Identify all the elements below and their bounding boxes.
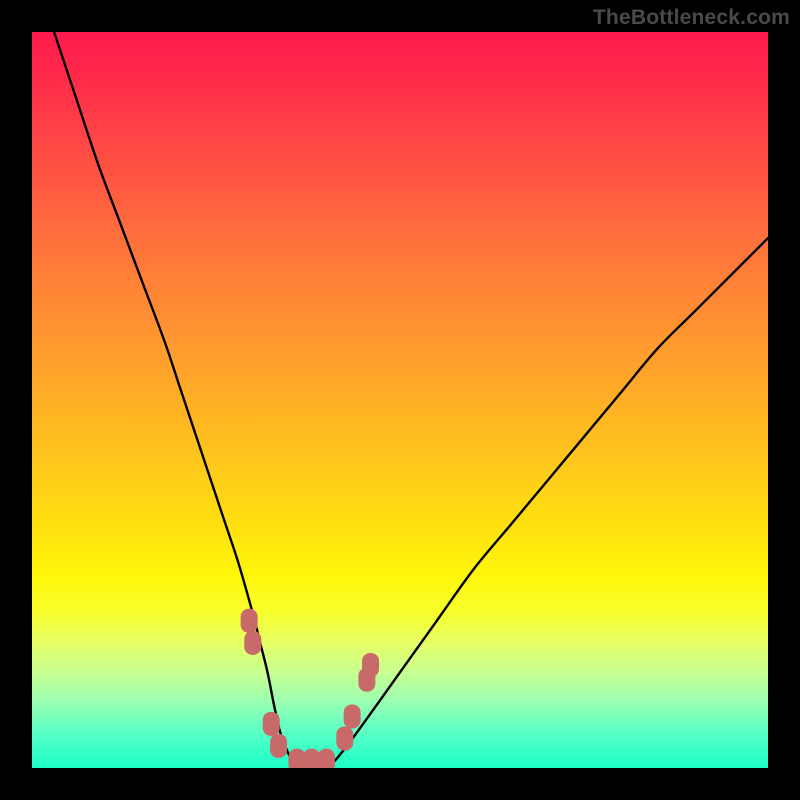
chart-marker xyxy=(362,653,379,677)
bottleneck-curve-line xyxy=(54,32,768,768)
chart-marker xyxy=(241,609,258,633)
chart-marker xyxy=(318,749,335,768)
chart-markers xyxy=(241,609,379,768)
chart-marker xyxy=(336,727,353,751)
chart-plot-area xyxy=(32,32,768,768)
chart-svg xyxy=(32,32,768,768)
chart-marker xyxy=(303,749,320,768)
brand-watermark: TheBottleneck.com xyxy=(593,6,790,30)
chart-marker xyxy=(288,749,305,768)
chart-marker xyxy=(263,712,280,736)
chart-marker xyxy=(344,704,361,728)
chart-marker xyxy=(244,631,261,655)
chart-marker xyxy=(270,734,287,758)
chart-frame: TheBottleneck.com xyxy=(0,0,800,800)
